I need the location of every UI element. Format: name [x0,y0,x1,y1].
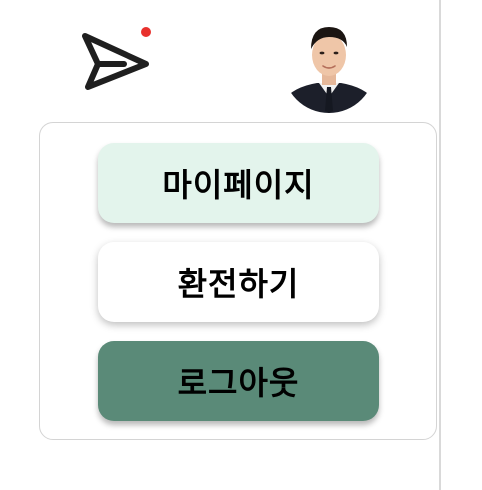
right-divider [439,0,441,490]
notification-dot [141,27,151,37]
exchange-button[interactable]: 환전하기 [98,242,379,322]
mypage-button[interactable]: 마이페이지 [98,143,379,223]
avatar[interactable] [283,21,375,113]
exchange-label: 환전하기 [177,265,300,303]
mypage-label: 마이페이지 [162,166,315,204]
logout-button[interactable]: 로그아웃 [98,341,379,421]
profile-photo [283,21,375,113]
logout-label: 로그아웃 [177,364,300,402]
